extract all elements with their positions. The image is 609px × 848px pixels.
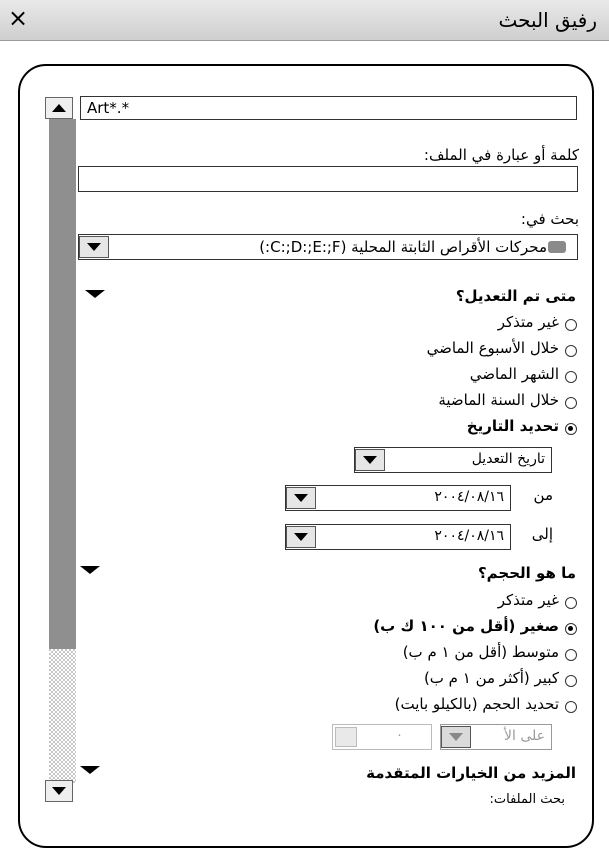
look-in-dropdown-button[interactable]: [79, 236, 109, 258]
modified-collapse-icon[interactable]: [85, 290, 105, 298]
size-amount-value: ٠: [396, 728, 403, 743]
to-date-value: ٢٠٠٤/٠٨/١٦: [434, 528, 504, 544]
size-option-4: تحديد الحجم (بالكيلو بايت): [394, 695, 559, 713]
filename-value: Art*.*: [87, 99, 130, 117]
modified-radio-3[interactable]: [565, 397, 577, 409]
to-label: إلى: [531, 525, 553, 543]
from-label: من: [533, 486, 553, 504]
modified-option-3: خلال السنة الماضية: [438, 391, 559, 409]
look-in-select[interactable]: محركات الأقراص الثابتة المحلية (C:;D:;E:…: [78, 234, 578, 260]
size-collapse-icon[interactable]: [80, 566, 100, 574]
size-amount-field: ٠: [332, 724, 432, 750]
size-radio-0[interactable]: [565, 597, 577, 609]
modified-radio-0[interactable]: [565, 319, 577, 331]
search-companion-window: × رفيق البحث Art*.* كلمة أو عبارة في الم…: [0, 0, 609, 848]
size-radio-2[interactable]: [565, 649, 577, 661]
to-date-field[interactable]: ٢٠٠٤/٠٨/١٦: [285, 524, 511, 550]
look-in-label: بحث في:: [520, 210, 579, 228]
chevron-down-icon: [87, 243, 101, 251]
size-qualifier-dropdown-button: [441, 726, 471, 748]
size-qualifier-select: على الأ: [440, 724, 552, 750]
size-option-3: كبير (أكثر من ١ م ب): [423, 669, 559, 687]
modified-radio-4[interactable]: [565, 423, 577, 435]
size-radio-1[interactable]: [565, 623, 577, 635]
modified-option-0: غير متذكر: [497, 313, 559, 331]
modified-option-1: خلال الأسبوع الماضي: [426, 339, 559, 357]
chevron-up-icon: [52, 104, 66, 112]
scroll-down-button[interactable]: [45, 780, 73, 802]
look-in-value: محركات الأقراص الثابتة المحلية (C:;D:;E:…: [259, 238, 547, 256]
size-heading: ما هو الحجم؟: [477, 564, 576, 582]
filename-input[interactable]: Art*.*: [80, 96, 577, 120]
hard-drive-icon: [548, 241, 566, 253]
scroll-up-button[interactable]: [45, 97, 73, 119]
scrollbar-thumb[interactable]: [49, 119, 76, 649]
size-option-2: متوسط (أقل من ١ م ب): [402, 643, 559, 661]
date-type-dropdown-button[interactable]: [355, 449, 385, 471]
chevron-down-icon: [449, 733, 463, 741]
date-type-select[interactable]: تاريخ التعديل: [354, 447, 552, 473]
size-radio-3[interactable]: [565, 675, 577, 687]
chevron-down-icon: [363, 456, 377, 464]
date-type-value: تاريخ التعديل: [471, 451, 545, 467]
modified-radio-1[interactable]: [565, 345, 577, 357]
from-date-value: ٢٠٠٤/٠٨/١٦: [434, 489, 504, 505]
modified-radio-2[interactable]: [565, 371, 577, 383]
chevron-down-icon: [52, 787, 66, 795]
size-qualifier-value: على الأ: [504, 728, 545, 744]
advanced-collapse-icon[interactable]: [80, 766, 100, 774]
modified-heading: متى تم التعديل؟: [455, 287, 576, 305]
to-date-dropdown-button[interactable]: [286, 526, 316, 548]
title-bar: × رفيق البحث: [0, 0, 609, 41]
size-radio-4[interactable]: [565, 701, 577, 713]
keyword-input[interactable]: [78, 166, 578, 192]
from-date-field[interactable]: ٢٠٠٤/٠٨/١٦: [285, 485, 511, 511]
advanced-partial-text: بحث الملفات:: [489, 792, 565, 806]
modified-option-2: الشهر الماضي: [469, 365, 559, 383]
keyword-label: كلمة أو عبارة في الملف:: [423, 146, 579, 164]
from-date-dropdown-button[interactable]: [286, 487, 316, 509]
size-option-1: صغير (أقل من ١٠٠ ك ب): [373, 617, 559, 635]
spinner-icon: [335, 727, 357, 747]
advanced-heading: المزيد من الخيارات المتقدمة: [366, 764, 576, 782]
chevron-down-icon: [294, 533, 308, 541]
modified-option-4: تحديد التاريخ: [466, 417, 559, 435]
size-option-0: غير متذكر: [497, 591, 559, 609]
chevron-down-icon: [294, 494, 308, 502]
close-icon[interactable]: ×: [6, 4, 30, 32]
window-title: رفيق البحث: [498, 8, 597, 32]
